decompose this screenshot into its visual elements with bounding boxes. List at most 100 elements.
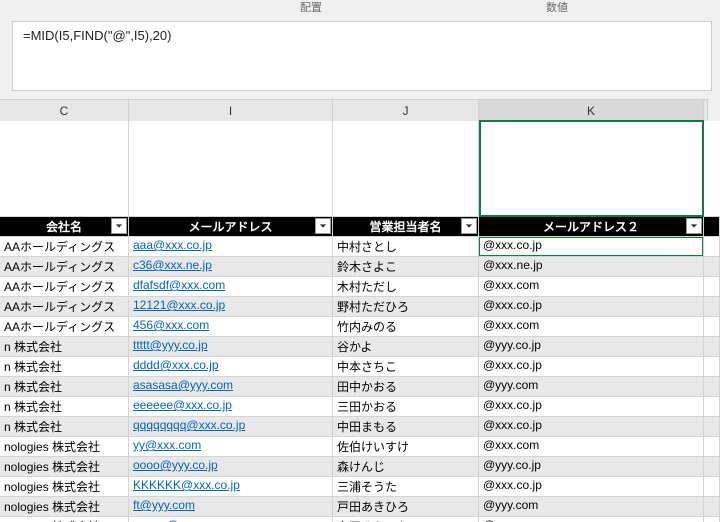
table-row[interactable]: AAホールディングス 456@xxx.com 竹内みのる@xxx.com [0, 317, 720, 337]
cell-mail[interactable]: aaa@xxx.co.jp [129, 237, 333, 256]
cell-rep[interactable]: 谷かよ [333, 337, 479, 356]
table-row[interactable]: nologies 株式会社 ppppp@xxx.com 多田そういち@xxx.com [0, 517, 720, 522]
mail-link[interactable]: ttttt@yyy.co.jp [133, 338, 208, 352]
cell-company[interactable]: n 株式会社 [0, 377, 129, 396]
cell-mail[interactable]: KKKKKK@xxx.co.jp [129, 477, 333, 496]
cell-company[interactable]: nologies 株式会社 [0, 457, 129, 476]
mail-link[interactable]: qqqqqqqq@xxx.co.jp [133, 418, 245, 432]
filter-icon[interactable] [315, 218, 331, 234]
cell-company[interactable]: AAホールディングス [0, 237, 129, 256]
table-row[interactable]: AAホールディングス aaa@xxx.co.jp 中村さとし@xxx.co.jp [0, 237, 720, 257]
table-row[interactable]: n 株式会社 ttttt@yyy.co.jp 谷かよ@yyy.co.jp [0, 337, 720, 357]
cell-mail2[interactable]: @yyy.com [479, 377, 704, 396]
cell-mail2[interactable]: @xxx.co.jp [479, 357, 704, 376]
mail-link[interactable]: 456@xxx.com [133, 318, 209, 332]
table-row[interactable]: nologies 株式会社 oooo@yyy.co.jp 森けんじ@yyy.co.j… [0, 457, 720, 477]
cell-mail[interactable]: 12121@xxx.co.jp [129, 297, 333, 316]
filter-icon[interactable] [686, 218, 702, 234]
cell-mail2[interactable]: @yyy.com [479, 497, 704, 516]
cell-company[interactable]: nologies 株式会社 [0, 477, 129, 496]
column-header-i[interactable]: I [129, 100, 333, 122]
cell-rep[interactable]: 中村さとし [333, 237, 479, 256]
cell-mail[interactable]: ppppp@xxx.com [129, 517, 333, 522]
cell-rep[interactable]: 田中かおる [333, 377, 479, 396]
cell-mail[interactable]: dfafsdf@xxx.com [129, 277, 333, 296]
cell-rep[interactable]: 佐伯けいすけ [333, 437, 479, 456]
table-row[interactable]: AAホールディングス c36@xxx.ne.jp 鈴木さよこ@xxx.ne.jp [0, 257, 720, 277]
cell-company[interactable]: AAホールディングス [0, 317, 129, 336]
mail-link[interactable]: asasasa@yyy.com [133, 378, 233, 392]
cell-mail2[interactable]: @xxx.co.jp [479, 237, 704, 256]
cell-rep[interactable]: 多田そういち [333, 517, 479, 522]
cell-company[interactable]: n 株式会社 [0, 357, 129, 376]
cell-mail2[interactable]: @xxx.com [479, 517, 704, 522]
column-header-c[interactable]: C [0, 100, 129, 122]
cell-company[interactable]: nologies 株式会社 [0, 437, 129, 456]
formula-bar[interactable]: =MID(I5,FIND("@",I5),20) [12, 21, 712, 91]
cell-rep[interactable]: 鈴木さよこ [333, 257, 479, 276]
cell-rep[interactable]: 竹内みのる [333, 317, 479, 336]
cell-mail2[interactable]: @xxx.co.jp [479, 397, 704, 416]
cell-rep[interactable]: 三田かおる [333, 397, 479, 416]
cell-company[interactable]: nologies 株式会社 [0, 497, 129, 516]
table-row[interactable]: n 株式会社 qqqqqqqq@xxx.co.jp 中田まもる@xxx.co.jp [0, 417, 720, 437]
cell-mail[interactable]: yy@xxx.com [129, 437, 333, 456]
cell-company[interactable]: n 株式会社 [0, 397, 129, 416]
filter-icon[interactable] [461, 218, 477, 234]
cell-company[interactable]: AAホールディングス [0, 257, 129, 276]
table-row[interactable]: n 株式会社 dddd@xxx.co.jp 中本さちこ@xxx.co.jp [0, 357, 720, 377]
cell-company[interactable]: AAホールディングス [0, 277, 129, 296]
cell-mail[interactable]: asasasa@yyy.com [129, 377, 333, 396]
cell-rep[interactable]: 森けんじ [333, 457, 479, 476]
cell-mail[interactable]: dddd@xxx.co.jp [129, 357, 333, 376]
cell-mail2[interactable]: @yyy.co.jp [479, 337, 704, 356]
mail-link[interactable]: aaa@xxx.co.jp [133, 238, 212, 252]
mail-link[interactable]: ft@yyy.com [133, 498, 195, 512]
header-mail2[interactable]: メールアドレス２ [479, 217, 704, 236]
mail-link[interactable]: c36@xxx.ne.jp [133, 258, 212, 272]
cell-mail2[interactable]: @xxx.co.jp [479, 297, 704, 316]
mail-link[interactable]: ppppp@xxx.com [133, 518, 223, 522]
filter-icon[interactable] [111, 218, 127, 234]
cell-mail2[interactable]: @xxx.com [479, 277, 704, 296]
column-header-k[interactable]: K [479, 100, 704, 122]
cell-mail2[interactable]: @xxx.co.jp [479, 417, 704, 436]
column-header-j[interactable]: J [333, 100, 479, 122]
cell-company[interactable]: n 株式会社 [0, 417, 129, 436]
table-row[interactable]: n 株式会社 asasasa@yyy.com 田中かおる@yyy.com [0, 377, 720, 397]
cell-mail[interactable]: 456@xxx.com [129, 317, 333, 336]
table-row[interactable]: nologies 株式会社 yy@xxx.com 佐伯けいすけ@xxx.com [0, 437, 720, 457]
header-mail[interactable]: メールアドレス [129, 217, 333, 236]
cell-rep[interactable]: 中田まもる [333, 417, 479, 436]
table-row[interactable]: n 株式会社 eeeeee@xxx.co.jp 三田かおる@xxx.co.jp [0, 397, 720, 417]
cell-mail[interactable]: ft@yyy.com [129, 497, 333, 516]
mail-link[interactable]: oooo@yyy.co.jp [133, 458, 218, 472]
mail-link[interactable]: eeeeee@xxx.co.jp [133, 398, 232, 412]
mail-link[interactable]: 12121@xxx.co.jp [133, 298, 225, 312]
cell-mail2[interactable]: @yyy.co.jp [479, 457, 704, 476]
table-row[interactable]: AAホールディングスdfafsdf@xxx.com木村ただし@xxx.com [0, 277, 720, 297]
cell-rep[interactable]: 戸田あきひろ [333, 497, 479, 516]
mail-link[interactable]: yy@xxx.com [133, 438, 201, 452]
mail-link[interactable]: KKKKKK@xxx.co.jp [133, 478, 240, 492]
cell-mail[interactable]: ttttt@yyy.co.jp [129, 337, 333, 356]
cell-company[interactable]: n 株式会社 [0, 337, 129, 356]
cell-rep[interactable]: 野村ただひろ [333, 297, 479, 316]
header-company[interactable]: 会社名 [0, 217, 129, 236]
cell-rep[interactable]: 木村ただし [333, 277, 479, 296]
table-row[interactable]: AAホールディングス 12121@xxx.co.jp 野村ただひろ@xxx.co.j… [0, 297, 720, 317]
cell-mail[interactable]: oooo@yyy.co.jp [129, 457, 333, 476]
cell-mail[interactable]: eeeeee@xxx.co.jp [129, 397, 333, 416]
table-row[interactable]: nologies 株式会社KKKKKK@xxx.co.jp三浦そうた@xxx.c… [0, 477, 720, 497]
cell-company[interactable]: AAホールディングス [0, 297, 129, 316]
header-rep[interactable]: 営業担当者名 [333, 217, 479, 236]
cell-mail2[interactable]: @xxx.ne.jp [479, 257, 704, 276]
cell-mail2[interactable]: @xxx.com [479, 317, 704, 336]
cell-mail[interactable]: qqqqqqqq@xxx.co.jp [129, 417, 333, 436]
cell-company[interactable]: nologies 株式会社 [0, 517, 129, 522]
cell-mail2[interactable]: @xxx.com [479, 437, 704, 456]
mail-link[interactable]: dddd@xxx.co.jp [133, 358, 219, 372]
cell-rep[interactable]: 中本さちこ [333, 357, 479, 376]
cell-rep[interactable]: 三浦そうた [333, 477, 479, 496]
table-row[interactable]: nologies 株式会社 ft@yyy.com 戸田あきひろ@yyy.com [0, 497, 720, 517]
